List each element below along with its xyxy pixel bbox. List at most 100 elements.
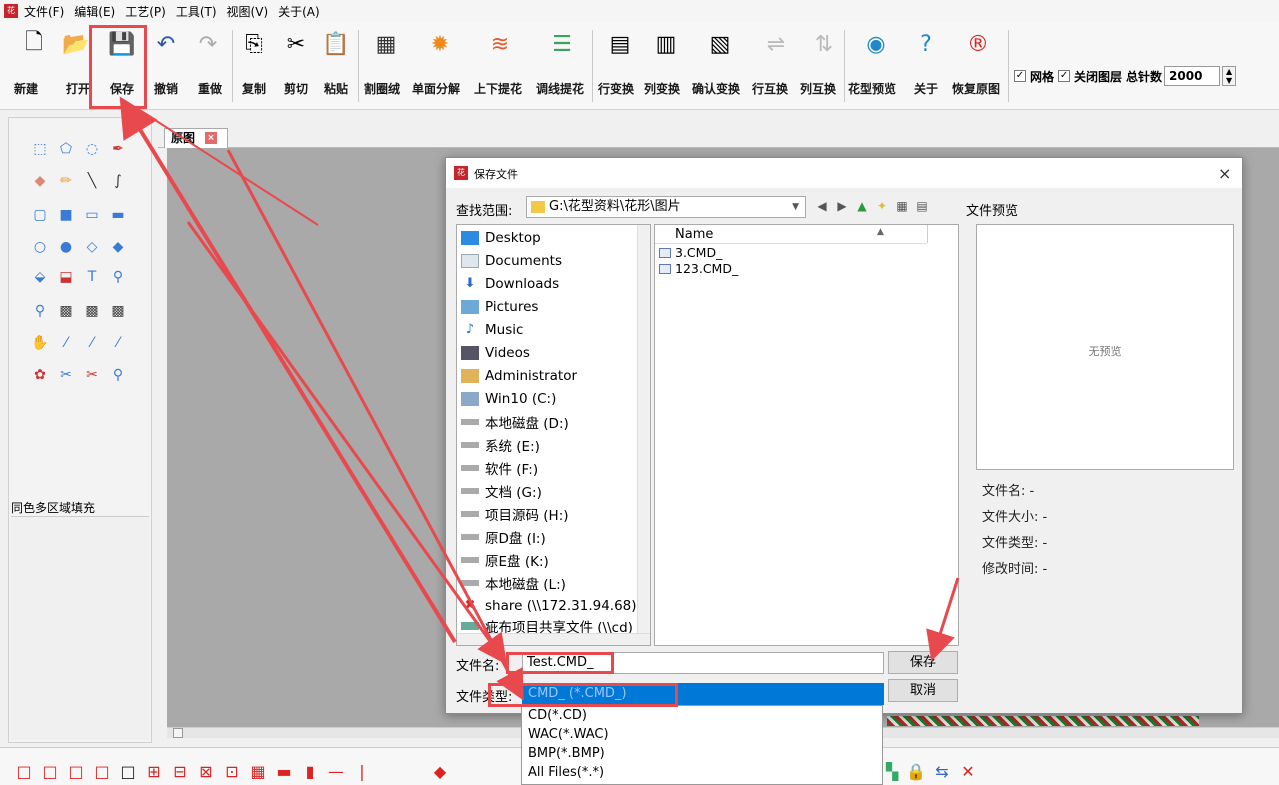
place-share[interactable]: ✖ share (\\172.31.94.68) (\ [461,595,650,617]
total-needles-spinner[interactable]: ▲ ▼ [1222,66,1237,86]
place-drive-f[interactable]: 软件 (F:) [461,457,538,479]
row-transform-button[interactable]: ▤ 行变换 [598,26,634,106]
eraser-icon[interactable]: ◆ [29,170,51,192]
filetype-option[interactable]: All Files(*.*) [528,765,604,780]
color-grid-icon[interactable]: ▚ [882,762,902,782]
fill-bucket-icon[interactable]: ⬙ [29,266,51,288]
place-drive-g[interactable]: 文档 (G:) [461,480,542,502]
vline-icon[interactable]: | [352,762,372,782]
pattern-preview-button[interactable]: ◉ 花型预览 [848,26,896,106]
place-drive-c[interactable]: Win10 (C:) [461,388,556,410]
single-decompose-button[interactable]: ✹ 单面分解 [412,26,460,106]
wand-b-icon[interactable]: ⁄ [81,332,103,354]
layout-icon[interactable]: ⊞ [144,762,164,782]
place-drive-i[interactable]: 原D盘 (I:) [461,526,546,548]
curve-icon[interactable]: ∫ [107,170,129,192]
hand-icon[interactable]: ✋ [29,332,51,354]
place-administrator[interactable]: Administrator [461,365,577,387]
lasso-icon[interactable]: ◌ [81,138,103,160]
restore-button[interactable]: ® 恢复原图 [952,26,1000,106]
ellipse-icon[interactable]: ○ [29,236,51,258]
pattern-b-icon[interactable]: ▩ [81,300,103,322]
places-horizontal-scrollbar[interactable] [457,633,650,645]
cut-loop-button[interactable]: ▦ 割圈绒 [364,26,400,106]
filled-ellipse-icon[interactable]: ● [55,236,77,258]
rounded-rect-icon[interactable]: ▭ [81,204,103,226]
menu-craft[interactable]: 工艺(P) [125,3,166,20]
cancel-button[interactable]: 取消 [888,679,958,702]
diamond-icon[interactable]: ◆ [430,762,450,782]
row-swap-button[interactable]: ⇌ 行互换 [752,26,790,106]
swap-icon[interactable]: ⇆ [932,762,952,782]
eyedropper-icon[interactable]: ✒ [107,138,129,160]
line-icon[interactable]: ╲ [81,170,103,192]
filled-diamond-icon[interactable]: ◆ [107,236,129,258]
zoom-in-icon[interactable]: ⚲ [107,266,129,288]
place-drive-d[interactable]: 本地磁盘 (D:) [461,411,569,433]
undo-button[interactable]: ↶ 撤销 [152,26,180,106]
place-desktop[interactable]: Desktop [461,227,541,249]
layout-icon[interactable]: ⊟ [170,762,190,782]
pattern-a-icon[interactable]: ▩ [55,300,77,322]
frame-icon[interactable]: □ [92,762,112,782]
diamond-icon[interactable]: ◇ [81,236,103,258]
dash-icon[interactable]: — [326,762,346,782]
filetype-option[interactable]: CD(*.CD) [528,708,587,723]
column-transform-button[interactable]: ▥ 列变换 [644,26,680,106]
split-icon[interactable]: ✂ [81,364,103,386]
menu-about[interactable]: 关于(A) [278,3,320,20]
menu-edit[interactable]: 编辑(E) [74,3,115,20]
place-music[interactable]: ♪ Music [461,319,524,341]
confirm-transform-button[interactable]: ▧ 确认变换 [692,26,740,106]
frame-icon[interactable]: □ [40,762,60,782]
frame-icon[interactable]: □ [66,762,86,782]
place-drive-k[interactable]: 原E盘 (K:) [461,549,549,571]
bar-vertical-icon[interactable]: ▮ [300,762,320,782]
look-in-combo[interactable]: G:\花型资料\花形\图片 ▼ [526,196,806,218]
tab-original[interactable]: 原图 × [164,128,228,148]
search-replace-icon[interactable]: ⚲ [107,364,129,386]
file-item[interactable]: 3.CMD_ [659,245,722,260]
jacquard-updown-button[interactable]: ≋ 上下提花 [474,26,522,106]
redo-button[interactable]: ↷ 重做 [194,26,222,106]
save-dialog-button[interactable]: 保存 [888,651,958,674]
list-view-icon[interactable]: ▦ [894,198,910,214]
frame-icon[interactable]: □ [118,762,138,782]
wand-c-icon[interactable]: ⁄ [107,332,129,354]
close-layer-checkbox[interactable]: ✓ [1058,70,1071,82]
text-icon[interactable]: T [81,266,103,288]
palette-icon[interactable]: ✿ [29,364,51,386]
delete-icon[interactable]: ✕ [958,762,978,782]
menu-tools[interactable]: 工具(T) [176,3,217,20]
place-downloads[interactable]: ⬇ Downloads [461,273,560,295]
close-icon[interactable]: × [205,132,217,144]
pattern-c-icon[interactable]: ▩ [107,300,129,322]
copy-button[interactable]: ⎘ 复制 [240,26,268,106]
place-pictures[interactable]: Pictures [461,296,538,318]
about-button[interactable]: ? 关于 [912,26,940,106]
up-folder-icon[interactable]: ▲ [854,198,870,214]
layout-icon[interactable]: ⊠ [196,762,216,782]
column-name-header[interactable]: Name [675,227,713,242]
places-scrollbar[interactable] [637,225,650,635]
zoom-out-icon[interactable]: ⚲ [29,300,51,322]
frame-icon[interactable]: □ [14,762,34,782]
grid-checkbox[interactable]: ✓ [1014,70,1026,82]
menu-file[interactable]: 文件(F) [24,3,64,20]
total-needles-input[interactable]: 2000 [1164,66,1221,86]
scissors-icon[interactable]: ✂ [55,364,77,386]
bar-icon[interactable]: ▬ [274,762,294,782]
place-drive-l[interactable]: 本地磁盘 (L:) [461,572,566,594]
polygon-select-icon[interactable]: ⬠ [55,138,77,160]
back-icon[interactable]: ◀ [814,198,830,214]
filled-rectangle-icon[interactable]: ■ [55,204,77,226]
place-drive-h[interactable]: 项目源码 (H:) [461,503,569,525]
forward-icon[interactable]: ▶ [834,198,850,214]
pencil-icon[interactable]: ✏ [55,170,77,192]
wand-a-icon[interactable]: ⁄ [55,332,77,354]
new-button[interactable]: 🗋 新建 [14,26,48,106]
rect-select-icon[interactable]: ⬚ [29,138,51,160]
paste-button[interactable]: 📋 粘贴 [322,26,350,106]
filetype-option[interactable]: BMP(*.BMP) [528,746,605,761]
new-folder-icon[interactable]: ✦ [874,198,890,214]
